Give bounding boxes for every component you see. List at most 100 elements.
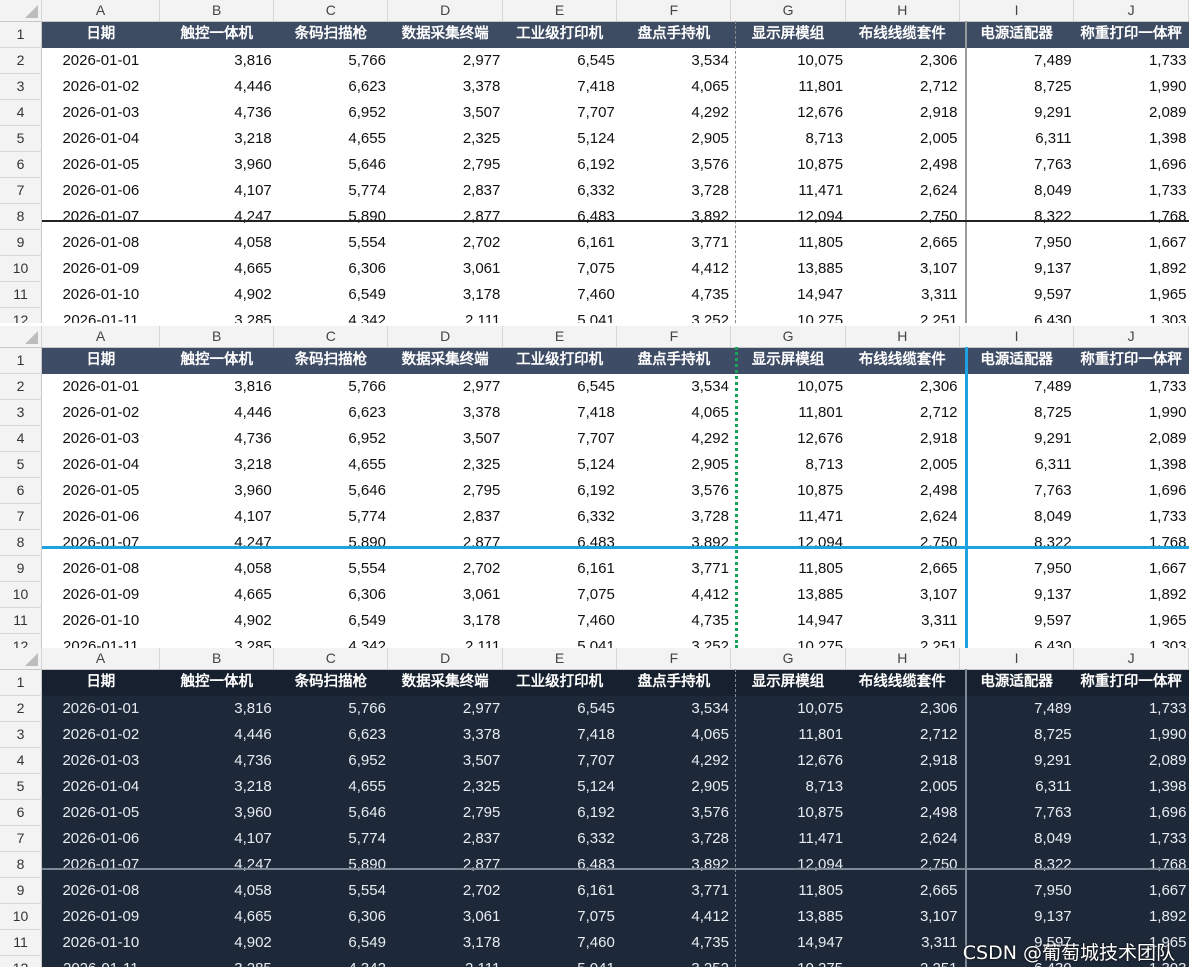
value-cell[interactable]: 6,192 — [502, 151, 617, 178]
value-cell[interactable]: 7,418 — [502, 399, 617, 426]
value-cell[interactable]: 3,507 — [387, 747, 503, 774]
value-cell[interactable]: 4,292 — [616, 425, 731, 452]
date-cell[interactable]: 2026-01-07 — [41, 529, 160, 556]
value-cell[interactable]: 7,075 — [502, 903, 617, 930]
value-cell[interactable]: 12,094 — [730, 851, 846, 878]
value-cell[interactable]: 2,712 — [845, 399, 960, 426]
value-cell[interactable]: 6,311 — [959, 125, 1074, 152]
row-number[interactable]: 3 — [0, 399, 42, 426]
value-cell[interactable]: 6,332 — [502, 503, 617, 530]
date-cell[interactable]: 2026-01-08 — [41, 229, 160, 256]
value-cell[interactable]: 2,498 — [845, 799, 960, 826]
value-cell[interactable]: 2,005 — [845, 451, 960, 478]
value-cell[interactable]: 2,005 — [845, 773, 960, 800]
value-cell[interactable]: 7,489 — [959, 47, 1074, 74]
value-cell[interactable]: 5,646 — [273, 151, 388, 178]
value-cell[interactable]: 3,576 — [616, 477, 731, 504]
value-cell[interactable]: 9,137 — [959, 581, 1074, 608]
value-cell[interactable]: 2,977 — [387, 373, 503, 400]
value-cell[interactable]: 8,049 — [959, 503, 1074, 530]
row-number[interactable]: 1 — [0, 347, 42, 374]
row-number[interactable]: 7 — [0, 177, 42, 204]
value-cell[interactable]: 3,378 — [387, 73, 503, 100]
value-cell[interactable]: 5,554 — [273, 877, 388, 904]
value-cell[interactable]: 3,061 — [387, 581, 503, 608]
value-cell[interactable]: 3,816 — [159, 695, 274, 722]
value-cell[interactable]: 3,218 — [159, 125, 274, 152]
column-header-a[interactable]: A — [41, 326, 161, 348]
value-cell[interactable]: 6,311 — [959, 773, 1074, 800]
value-cell[interactable]: 1,892 — [1073, 903, 1189, 930]
column-header-j[interactable]: J — [1073, 648, 1189, 670]
value-cell[interactable]: 3,507 — [387, 425, 503, 452]
value-cell[interactable]: 3,107 — [845, 255, 960, 282]
column-header-i[interactable]: I — [959, 0, 1075, 22]
row-number[interactable]: 6 — [0, 477, 42, 504]
column-header-j[interactable]: J — [1073, 326, 1189, 348]
value-cell[interactable]: 3,252 — [616, 633, 731, 648]
value-cell[interactable]: 4,065 — [616, 73, 731, 100]
value-cell[interactable]: 6,430 — [959, 633, 1074, 648]
value-cell[interactable]: 1,667 — [1073, 229, 1189, 256]
value-cell[interactable]: 14,947 — [730, 929, 846, 956]
column-header-d[interactable]: D — [387, 648, 503, 670]
value-cell[interactable]: 4,736 — [159, 425, 274, 452]
value-cell[interactable]: 1,768 — [1073, 529, 1189, 556]
header-cell[interactable]: 电源适配器 — [959, 669, 1074, 696]
value-cell[interactable]: 2,837 — [387, 177, 503, 204]
value-cell[interactable]: 9,597 — [959, 607, 1074, 634]
value-cell[interactable]: 2,306 — [845, 373, 960, 400]
value-cell[interactable]: 5,124 — [502, 773, 617, 800]
value-cell[interactable]: 12,676 — [730, 99, 846, 126]
value-cell[interactable]: 3,960 — [159, 477, 274, 504]
column-header-h[interactable]: H — [845, 326, 961, 348]
header-cell[interactable]: 日期 — [41, 21, 160, 48]
row-number[interactable]: 11 — [0, 929, 42, 956]
date-cell[interactable]: 2026-01-06 — [41, 177, 160, 204]
row-number[interactable]: 5 — [0, 451, 42, 478]
value-cell[interactable]: 6,430 — [959, 307, 1074, 323]
header-cell[interactable]: 显示屏模组 — [730, 21, 846, 48]
value-cell[interactable]: 3,728 — [616, 503, 731, 530]
value-cell[interactable]: 1,696 — [1073, 477, 1189, 504]
value-cell[interactable]: 3,061 — [387, 903, 503, 930]
value-cell[interactable]: 2,665 — [845, 877, 960, 904]
value-cell[interactable]: 1,733 — [1073, 695, 1189, 722]
value-cell[interactable]: 11,801 — [730, 721, 846, 748]
column-header-b[interactable]: B — [159, 326, 275, 348]
value-cell[interactable]: 2,624 — [845, 503, 960, 530]
value-cell[interactable]: 8,713 — [730, 773, 846, 800]
value-cell[interactable]: 10,275 — [730, 955, 846, 967]
value-cell[interactable]: 4,665 — [159, 255, 274, 282]
value-cell[interactable]: 7,950 — [959, 229, 1074, 256]
value-cell[interactable]: 8,725 — [959, 721, 1074, 748]
value-cell[interactable]: 2,918 — [845, 99, 960, 126]
value-cell[interactable]: 4,247 — [159, 529, 274, 556]
value-cell[interactable]: 1,733 — [1073, 825, 1189, 852]
row-number[interactable]: 11 — [0, 281, 42, 308]
value-cell[interactable]: 6,192 — [502, 799, 617, 826]
value-cell[interactable]: 1,990 — [1073, 399, 1189, 426]
value-cell[interactable]: 4,902 — [159, 929, 274, 956]
value-cell[interactable]: 3,534 — [616, 695, 731, 722]
value-cell[interactable]: 1,965 — [1073, 607, 1189, 634]
row-number[interactable]: 4 — [0, 99, 42, 126]
value-cell[interactable]: 3,576 — [616, 151, 731, 178]
column-header-g[interactable]: G — [730, 326, 846, 348]
value-cell[interactable]: 6,306 — [273, 255, 388, 282]
date-cell[interactable]: 2026-01-01 — [41, 373, 160, 400]
date-cell[interactable]: 2026-01-05 — [41, 477, 160, 504]
date-cell[interactable]: 2026-01-06 — [41, 825, 160, 852]
value-cell[interactable]: 3,311 — [845, 281, 960, 308]
value-cell[interactable]: 10,075 — [730, 373, 846, 400]
date-cell[interactable]: 2026-01-10 — [41, 607, 160, 634]
value-cell[interactable]: 3,218 — [159, 451, 274, 478]
value-cell[interactable]: 5,774 — [273, 825, 388, 852]
header-cell[interactable]: 显示屏模组 — [730, 669, 846, 696]
value-cell[interactable]: 2,325 — [387, 125, 503, 152]
value-cell[interactable]: 6,483 — [502, 529, 617, 556]
value-cell[interactable]: 4,902 — [159, 281, 274, 308]
row-number[interactable]: 4 — [0, 747, 42, 774]
select-all-corner[interactable] — [0, 326, 42, 348]
header-cell[interactable]: 工业级打印机 — [502, 347, 617, 374]
